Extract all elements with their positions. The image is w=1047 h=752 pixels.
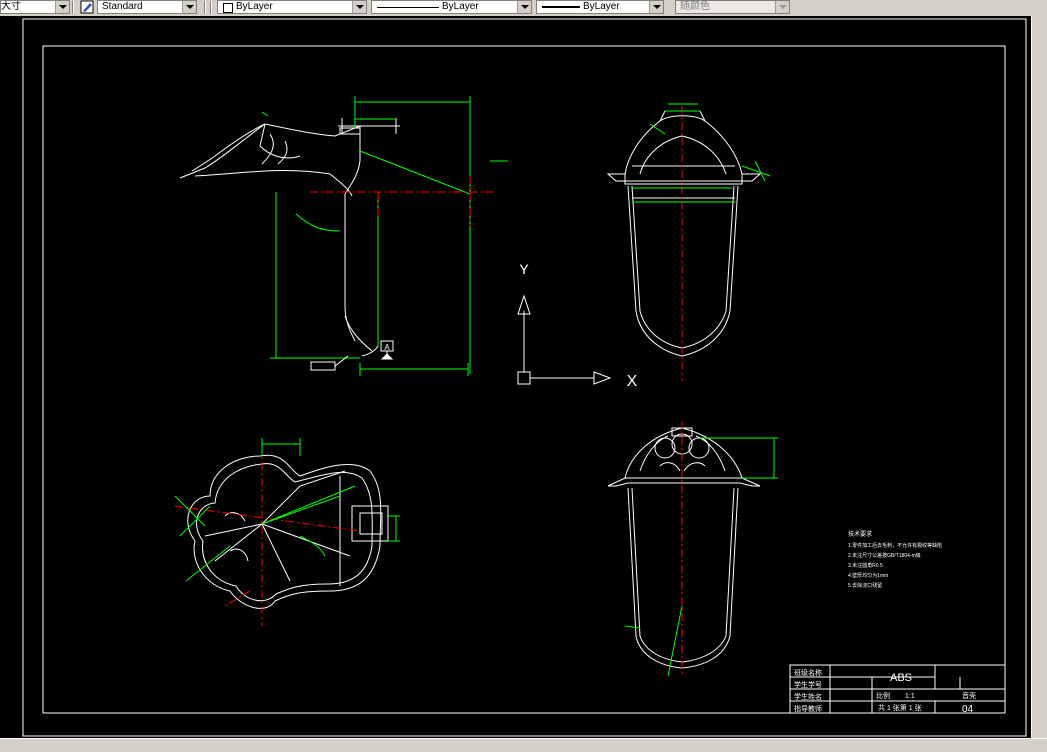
- title-row-label: 学生姓名: [794, 692, 822, 701]
- drawing-frame: [42, 45, 1006, 714]
- scale-label: 比例: [876, 691, 890, 700]
- linetype-value: ByLayer: [442, 1, 479, 12]
- properties-toolbar: 大寸 Standard ByLayer ByLayer ByLayer 随颜色: [0, 0, 1047, 17]
- technical-notes: 技术要求 1.零件加工后去毛刺，不允许有裂纹等缺陷 2.未注尺寸公差按GB/T1…: [848, 530, 942, 589]
- note-line: 1.零件加工后去毛刺，不允许有裂纹等缺陷: [848, 542, 942, 549]
- color-value: ByLayer: [236, 1, 273, 12]
- linetype-sample-icon: [377, 7, 439, 8]
- chevron-down-icon[interactable]: [182, 1, 196, 13]
- plot-style-value: 随颜色: [680, 1, 710, 12]
- sheet-count: 共 1 张第 1 张: [878, 703, 922, 712]
- front-view-centerline: [310, 176, 495, 226]
- material-label: ABS: [890, 672, 912, 684]
- text-style-value: Standard: [102, 1, 143, 12]
- chevron-down-icon[interactable]: [775, 1, 789, 13]
- color-combo[interactable]: ByLayer: [217, 0, 367, 14]
- part-name: 音壳: [962, 691, 976, 700]
- datum-label: A: [384, 343, 390, 352]
- color-swatch-icon: [223, 3, 233, 13]
- drawing-svg: A Y X 技术要求 1.零件加工后去毛刺，不允许有裂纹等缺陷 2.未注尺寸公差…: [22, 18, 1027, 737]
- note-line: 4.壁厚均匀为1mm: [848, 572, 888, 579]
- datum-feature: A: [380, 340, 394, 360]
- rear-view-dimensions: [624, 437, 778, 677]
- drawing-number: 04: [962, 704, 974, 715]
- title-block: 班级名称 学生学号 学生姓名 指导教师 ABS 比例 1:1 共 1 张第 1 …: [789, 664, 1006, 715]
- side-view: [606, 110, 762, 357]
- top-view-dimensions: [174, 438, 400, 582]
- text-style-combo[interactable]: Standard: [97, 0, 197, 14]
- ucs-y-label: Y: [519, 261, 529, 277]
- dim-style-combo[interactable]: 大寸: [0, 0, 70, 14]
- note-line: 3.未注圆角R0.5: [848, 562, 883, 569]
- lineweight-sample-icon: [542, 6, 580, 8]
- ucs-icon: Y X: [517, 261, 638, 390]
- front-view-dimensions: [261, 96, 508, 376]
- dim-style-label: 大寸: [1, 1, 21, 12]
- chevron-down-icon[interactable]: [517, 1, 531, 13]
- rear-view: [607, 427, 761, 669]
- title-row-label: 班级名称: [794, 668, 822, 677]
- text-style-icon[interactable]: [80, 0, 94, 14]
- title-row-label: 指导教师: [794, 704, 822, 713]
- title-row-label: 学生学号: [794, 680, 822, 689]
- plot-style-combo[interactable]: 随颜色: [675, 0, 790, 14]
- linetype-combo[interactable]: ByLayer: [371, 0, 532, 14]
- chevron-down-icon[interactable]: [55, 1, 69, 13]
- toolbar-separator: [72, 1, 74, 14]
- drawing-canvas[interactable]: A Y X 技术要求 1.零件加工后去毛刺，不允许有裂纹等缺陷 2.未注尺寸公差…: [0, 16, 1031, 738]
- chevron-down-icon[interactable]: [352, 1, 366, 13]
- chevron-down-icon[interactable]: [649, 1, 663, 13]
- ucs-x-label: X: [627, 373, 638, 390]
- note-line: 2.未注尺寸公差按GB/T1804-m级: [848, 552, 921, 559]
- scale-value: 1:1: [905, 693, 915, 700]
- sheet-border: [22, 18, 1027, 737]
- toolbar-separator: [204, 1, 206, 14]
- top-view: [187, 454, 389, 609]
- vertical-scrollbar[interactable]: [1031, 16, 1047, 738]
- note-line: 5.去除浇口残留: [848, 582, 882, 589]
- lineweight-combo[interactable]: ByLayer: [536, 0, 664, 14]
- toolbar-separator: [210, 1, 212, 14]
- lineweight-value: ByLayer: [583, 1, 620, 12]
- notes-title: 技术要求: [848, 530, 872, 538]
- horizontal-scrollbar[interactable]: [0, 738, 1047, 752]
